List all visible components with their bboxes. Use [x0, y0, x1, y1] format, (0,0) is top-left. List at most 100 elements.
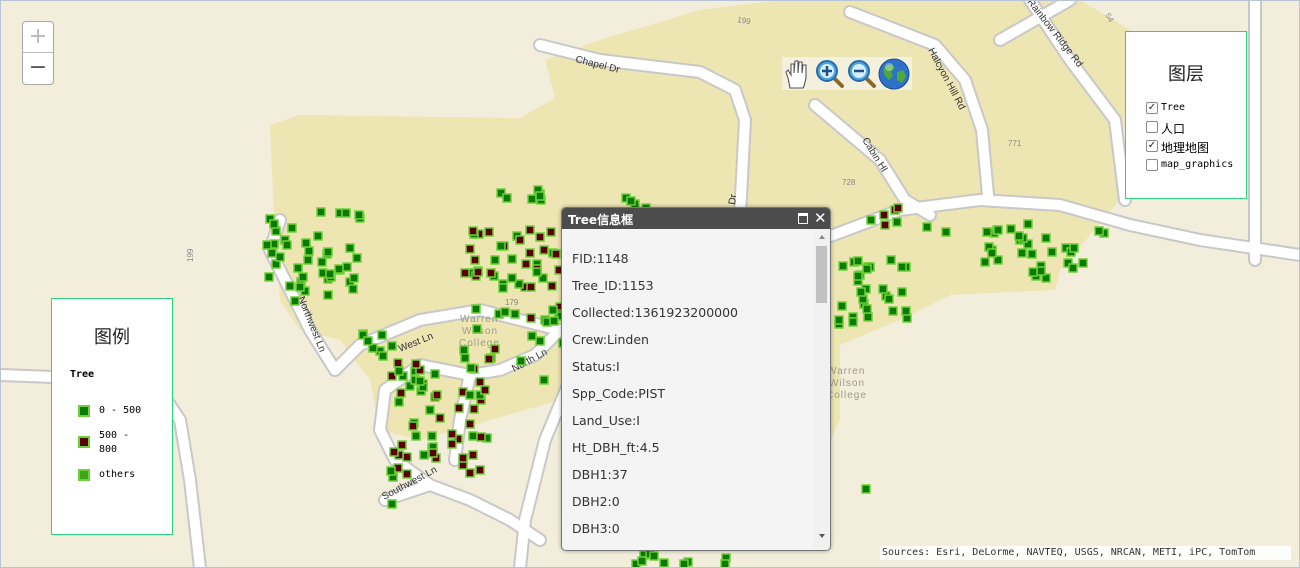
tree-marker[interactable]	[1023, 219, 1033, 229]
tree-marker[interactable]	[415, 376, 425, 386]
scroll-down-arrow-icon[interactable]	[819, 534, 825, 538]
tree-marker[interactable]	[393, 358, 403, 368]
tree-marker[interactable]	[548, 305, 558, 315]
tree-marker[interactable]	[316, 207, 326, 217]
tree-marker[interactable]	[527, 331, 537, 341]
tree-marker[interactable]	[848, 317, 858, 327]
tree-marker[interactable]	[886, 255, 896, 265]
tree-marker[interactable]	[290, 296, 300, 306]
tree-marker[interactable]	[1017, 248, 1027, 258]
tree-marker[interactable]	[349, 273, 359, 283]
tree-marker[interactable]	[466, 363, 476, 373]
tree-marker[interactable]	[856, 287, 866, 297]
tree-marker[interactable]	[275, 252, 285, 262]
tree-marker[interactable]	[893, 203, 903, 213]
tree-marker[interactable]	[354, 210, 364, 220]
tree-marker[interactable]	[507, 254, 517, 264]
tree-marker[interactable]	[408, 421, 418, 431]
tree-marker[interactable]	[396, 388, 406, 398]
tree-marker[interactable]	[484, 354, 494, 364]
tree-marker[interactable]	[521, 259, 531, 269]
tree-marker[interactable]	[1028, 267, 1038, 277]
close-icon[interactable]: ✕	[814, 209, 827, 227]
tree-marker[interactable]	[475, 465, 485, 475]
tree-marker[interactable]	[1068, 263, 1078, 273]
tree-marker[interactable]	[460, 353, 470, 363]
tree-marker[interactable]	[862, 264, 872, 274]
tree-marker[interactable]	[301, 238, 311, 248]
tree-marker[interactable]	[539, 245, 549, 255]
tree-marker[interactable]	[863, 312, 873, 322]
maximize-icon[interactable]	[798, 213, 808, 224]
tree-marker[interactable]	[853, 256, 863, 266]
tree-marker[interactable]	[317, 257, 327, 267]
tree-marker[interactable]	[1036, 266, 1046, 276]
tree-marker[interactable]	[551, 249, 561, 259]
scrollbar-thumb[interactable]	[816, 246, 827, 303]
tree-marker[interactable]	[527, 194, 537, 204]
tree-marker[interactable]	[834, 315, 844, 325]
tree-marker[interactable]	[402, 452, 412, 462]
tree-marker[interactable]	[476, 432, 486, 442]
tree-marker[interactable]	[389, 447, 399, 457]
tree-marker[interactable]	[293, 263, 303, 273]
tree-marker[interactable]	[447, 439, 457, 449]
tree-marker[interactable]	[539, 375, 549, 385]
tree-marker[interactable]	[1014, 231, 1024, 241]
tree-marker[interactable]	[486, 268, 496, 278]
checkbox[interactable]: ✓	[1146, 102, 1158, 114]
tree-marker[interactable]	[470, 255, 480, 265]
tree-marker[interactable]	[465, 390, 475, 400]
tree-marker[interactable]	[897, 262, 907, 272]
tree-marker[interactable]	[387, 499, 397, 509]
checkbox[interactable]	[1146, 121, 1158, 133]
tree-marker[interactable]	[341, 208, 351, 218]
tree-marker[interactable]	[304, 246, 314, 256]
tree-marker[interactable]	[866, 215, 876, 225]
tree-marker[interactable]	[352, 253, 362, 263]
tree-marker[interactable]	[941, 227, 951, 237]
tree-marker[interactable]	[472, 324, 482, 334]
tree-marker[interactable]	[880, 220, 890, 230]
tree-marker[interactable]	[285, 281, 295, 291]
tree-marker[interactable]	[465, 419, 475, 429]
tree-marker[interactable]	[264, 272, 274, 282]
tree-marker[interactable]	[386, 466, 396, 476]
tree-marker[interactable]	[402, 469, 412, 479]
tree-marker[interactable]	[468, 431, 478, 441]
tree-marker[interactable]	[267, 248, 277, 258]
tree-marker[interactable]	[397, 440, 407, 450]
tree-marker[interactable]	[837, 301, 847, 311]
tree-marker[interactable]	[679, 559, 689, 568]
tree-marker[interactable]	[468, 450, 478, 460]
tree-marker[interactable]	[862, 304, 872, 314]
tree-marker[interactable]	[884, 294, 894, 304]
tree-marker[interactable]	[525, 225, 535, 235]
tree-marker[interactable]	[419, 450, 429, 460]
tree-marker[interactable]	[526, 282, 536, 292]
tree-marker[interactable]	[345, 243, 355, 253]
tree-marker[interactable]	[498, 283, 508, 293]
tree-marker[interactable]	[526, 313, 536, 323]
tree-marker[interactable]	[1078, 258, 1088, 268]
tree-marker[interactable]	[892, 217, 902, 227]
tree-marker[interactable]	[987, 248, 997, 258]
tree-marker[interactable]	[853, 271, 863, 281]
tree-marker[interactable]	[425, 405, 435, 415]
tree-marker[interactable]	[459, 345, 469, 355]
scroll-up-arrow-icon[interactable]	[819, 235, 825, 239]
tree-marker[interactable]	[507, 273, 517, 283]
tree-marker[interactable]	[515, 235, 525, 245]
tree-marker[interactable]	[897, 287, 907, 297]
tree-marker[interactable]	[303, 255, 313, 265]
tree-marker[interactable]	[411, 431, 421, 441]
tree-marker[interactable]	[535, 232, 545, 242]
tree-marker[interactable]	[348, 284, 358, 294]
tree-marker[interactable]	[500, 307, 510, 317]
tree-marker[interactable]	[342, 262, 352, 272]
tree-marker[interactable]	[465, 468, 475, 478]
tree-marker[interactable]	[313, 231, 323, 241]
tree-marker[interactable]	[394, 397, 404, 407]
tree-marker[interactable]	[428, 448, 438, 458]
tree-marker[interactable]	[516, 356, 526, 366]
